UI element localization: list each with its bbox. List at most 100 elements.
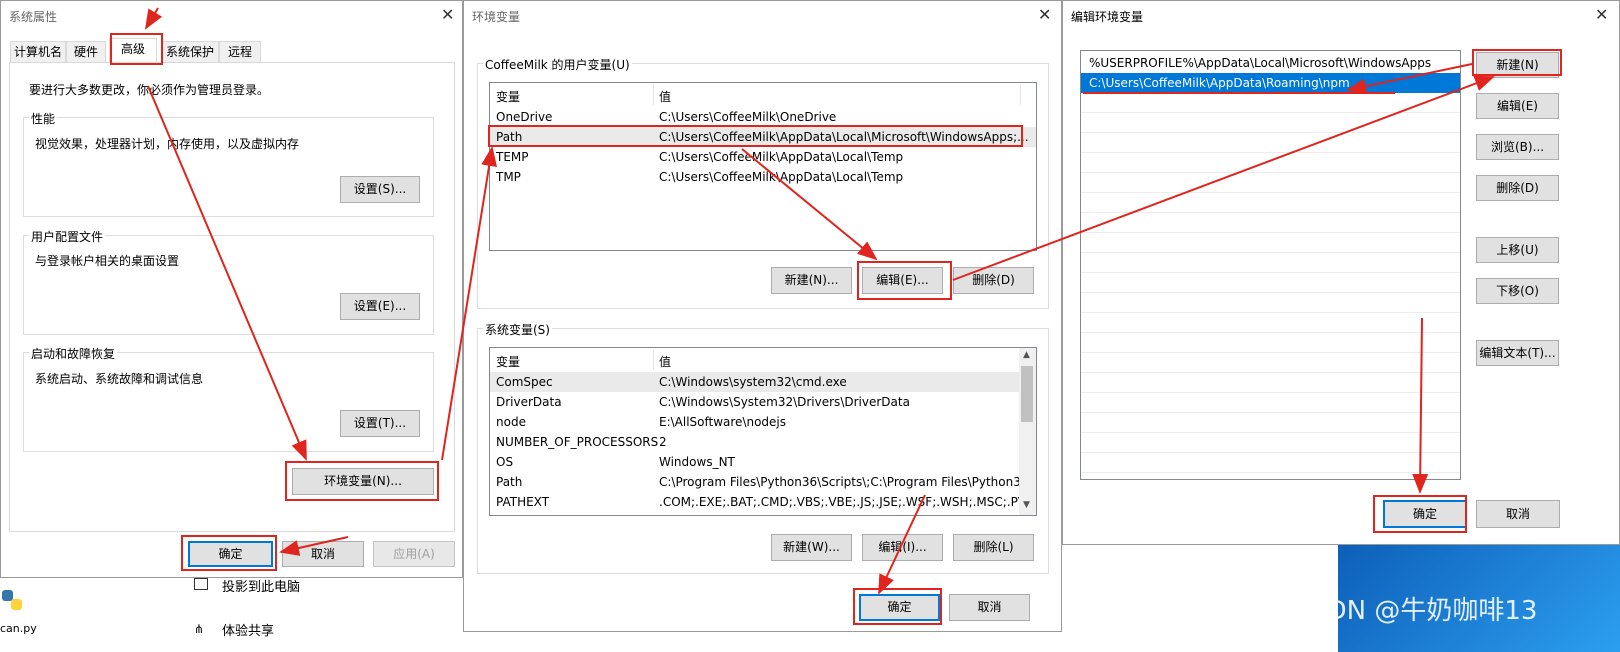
- user-edit-button[interactable]: 编辑(E)...: [862, 267, 943, 294]
- variable-value: C:\Users\CoffeeMilk\AppData\Local\Temp: [659, 150, 904, 164]
- column-header-value[interactable]: 值: [659, 88, 671, 105]
- startup-recovery-group: [23, 352, 434, 452]
- variable-name: Path: [496, 475, 523, 489]
- path-entries-list[interactable]: %USERPROFILE%\AppData\Local\Microsoft\Wi…: [1080, 50, 1461, 480]
- table-row[interactable]: NUMBER_OF_PROCESSORS 2: [490, 432, 1019, 452]
- apply-button[interactable]: 应用(A): [373, 541, 455, 567]
- variable-value: C:\Users\CoffeeMilk\AppData\Local\Temp: [659, 170, 904, 184]
- user-variables-list[interactable]: 变量 值 OneDrive C:\Users\CoffeeMilk\OneDri…: [489, 82, 1037, 251]
- vertical-scrollbar[interactable]: ▲ ▼: [1019, 348, 1036, 515]
- variable-value: 2: [659, 435, 667, 449]
- variable-name: TMP: [496, 170, 521, 184]
- column-header-value[interactable]: 值: [659, 353, 671, 370]
- system-edit-button[interactable]: 编辑(I)...: [862, 534, 943, 561]
- variable-name: NUMBER_OF_PROCESSORS: [496, 435, 659, 449]
- table-row[interactable]: node E:\AllSoftware\nodejs: [490, 412, 1019, 432]
- system-new-button[interactable]: 新建(W)...: [771, 534, 852, 561]
- edit-environment-variable-window: 编辑环境变量 ✕ %USERPROFILE%\AppData\Local\Mic…: [1062, 0, 1620, 545]
- variable-name: node: [496, 415, 526, 429]
- system-delete-button[interactable]: 删除(L): [953, 534, 1034, 561]
- variable-name: PATHEXT: [496, 495, 550, 509]
- variable-value: C:\Users\CoffeeMilk\AppData\Local\Micros…: [659, 130, 1029, 144]
- cast-icon: [194, 578, 208, 590]
- tab-remote[interactable]: 远程: [219, 41, 261, 62]
- variable-name: OS: [496, 455, 514, 469]
- header-divider: [653, 350, 654, 370]
- close-icon[interactable]: ✕: [1038, 7, 1051, 23]
- tab-computer-name[interactable]: 计算机名: [10, 41, 66, 62]
- browse-button[interactable]: 浏览(B)...: [1476, 134, 1559, 160]
- variable-name: OneDrive: [496, 110, 553, 124]
- header-divider: [1020, 85, 1021, 105]
- table-row[interactable]: Path C:\Program Files\Python36\Scripts\;…: [490, 472, 1032, 492]
- variable-value: Windows_NT: [659, 455, 735, 469]
- close-icon[interactable]: ✕: [1595, 7, 1608, 23]
- startup-recovery-settings-button[interactable]: 设置(T)...: [340, 410, 420, 437]
- list-item-selected[interactable]: C:\Users\CoffeeMilk\AppData\Roaming\npm: [1081, 73, 1460, 93]
- table-row[interactable]: OS Windows_NT: [490, 452, 1019, 472]
- table-row[interactable]: OneDrive C:\Users\CoffeeMilk\OneDrive: [490, 107, 1036, 127]
- tab-advanced[interactable]: 高级: [109, 38, 157, 63]
- edit-entry-button[interactable]: 编辑(E): [1476, 93, 1559, 119]
- scroll-down-icon[interactable]: ▼: [1023, 500, 1030, 510]
- edit-text-button[interactable]: 编辑文本(T)...: [1476, 340, 1559, 366]
- path-entry-text: %USERPROFILE%\AppData\Local\Microsoft\Wi…: [1089, 56, 1432, 70]
- startup-recovery-label: 启动和故障恢复: [29, 345, 118, 362]
- scroll-thumb[interactable]: [1021, 366, 1033, 422]
- variable-value: C:\Program Files\Python36\Scripts\;C:\Pr…: [659, 475, 1033, 489]
- table-row[interactable]: TMP C:\Users\CoffeeMilk\AppData\Local\Te…: [490, 167, 1036, 187]
- cancel-button[interactable]: 取消: [282, 541, 364, 567]
- column-header-variable[interactable]: 变量: [496, 88, 520, 105]
- ok-button[interactable]: 确定: [859, 594, 940, 621]
- delete-entry-button[interactable]: 删除(D): [1476, 175, 1559, 201]
- cancel-button[interactable]: 取消: [949, 594, 1030, 621]
- performance-settings-button[interactable]: 设置(S)...: [340, 176, 420, 203]
- new-entry-button[interactable]: 新建(N): [1476, 52, 1559, 78]
- header-divider: [653, 85, 654, 105]
- environment-variables-button[interactable]: 环境变量(N)...: [292, 468, 434, 495]
- column-header-variable[interactable]: 变量: [496, 353, 520, 370]
- performance-label: 性能: [29, 110, 58, 127]
- cast-to-pc-item[interactable]: 投影到此电脑: [222, 576, 300, 595]
- move-up-button[interactable]: 上移(U): [1476, 237, 1559, 263]
- variable-name: Path: [496, 130, 523, 144]
- user-profile-desc: 与登录帐户相关的桌面设置: [35, 254, 180, 268]
- system-properties-window: 系统属性 ✕ 计算机名 硬件 高级 系统保护 远程 要进行大多数更改，你必须作为…: [0, 0, 463, 578]
- performance-desc: 视觉效果，处理器计划，内存使用，以及虚拟内存: [35, 137, 300, 151]
- close-icon[interactable]: ✕: [441, 7, 454, 23]
- move-down-button[interactable]: 下移(O): [1476, 278, 1559, 304]
- cancel-button[interactable]: 取消: [1476, 500, 1560, 528]
- table-row-selected[interactable]: ComSpec C:\Windows\system32\cmd.exe: [490, 372, 1019, 392]
- startup-recovery-desc: 系统启动、系统故障和调试信息: [35, 372, 204, 386]
- ok-button[interactable]: 确定: [188, 541, 273, 567]
- admin-note: 要进行大多数更改，你必须作为管理员登录。: [29, 83, 270, 97]
- tab-hardware[interactable]: 硬件: [66, 41, 106, 62]
- path-entry-text: C:\Users\CoffeeMilk\AppData\Roaming\npm: [1089, 76, 1350, 90]
- tab-system-protection[interactable]: 系统保护: [161, 41, 219, 62]
- variable-value: C:\Windows\system32\cmd.exe: [659, 375, 847, 389]
- python-file-icon[interactable]: [0, 588, 26, 614]
- empty-list-rows: [1081, 93, 1460, 479]
- user-profile-settings-button[interactable]: 设置(E)...: [340, 293, 420, 320]
- table-row[interactable]: TEMP C:\Users\CoffeeMilk\AppData\Local\T…: [490, 147, 1036, 167]
- variable-name: TEMP: [496, 150, 529, 164]
- system-variables-list[interactable]: 变量 值 ComSpec C:\Windows\system32\cmd.exe…: [489, 347, 1037, 516]
- table-row-selected[interactable]: Path C:\Users\CoffeeMilk\AppData\Local\M…: [490, 127, 1036, 147]
- window-title: 环境变量: [472, 10, 521, 24]
- variable-value: .COM;.EXE;.BAT;.CMD;.VBS;.VBE;.JS;.JSE;.…: [659, 495, 1037, 509]
- variable-value: C:\Users\CoffeeMilk\OneDrive: [659, 110, 837, 124]
- user-new-button[interactable]: 新建(N)...: [771, 267, 852, 294]
- variable-name: ComSpec: [496, 375, 553, 389]
- shared-experience-item[interactable]: 体验共享: [222, 620, 274, 639]
- environment-variables-window: 环境变量 ✕ CoffeeMilk 的用户变量(U) 变量 值 OneDrive…: [463, 0, 1062, 632]
- ok-button[interactable]: 确定: [1383, 500, 1467, 528]
- csdn-watermark: CSDN @牛奶咖啡13: [1292, 596, 1538, 626]
- scroll-up-icon[interactable]: ▲: [1023, 350, 1030, 360]
- user-delete-button[interactable]: 删除(D): [953, 267, 1034, 294]
- window-title: 系统属性: [9, 10, 58, 24]
- table-row[interactable]: DriverData C:\Windows\System32\Drivers\D…: [490, 392, 1019, 412]
- variable-name: DriverData: [496, 395, 562, 409]
- list-item[interactable]: %USERPROFILE%\AppData\Local\Microsoft\Wi…: [1081, 53, 1460, 74]
- table-row[interactable]: PATHEXT .COM;.EXE;.BAT;.CMD;.VBS;.VBE;.J…: [490, 492, 1036, 512]
- variable-value: C:\Windows\System32\Drivers\DriverData: [659, 395, 910, 409]
